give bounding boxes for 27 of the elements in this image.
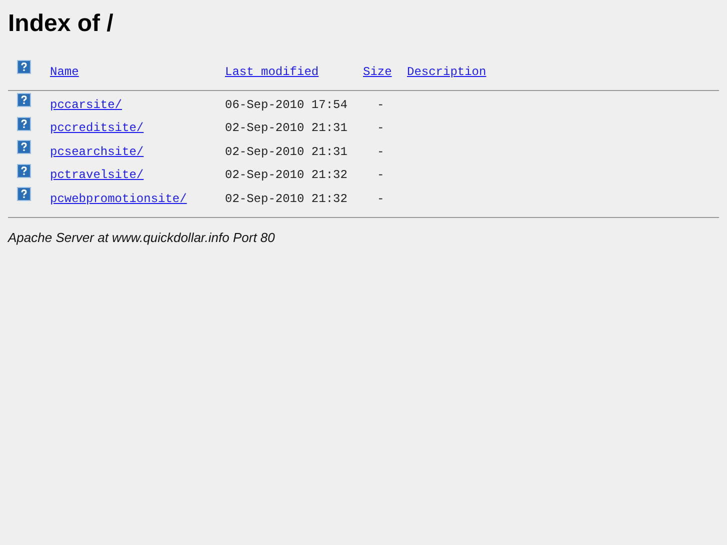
unknown-file-icon bbox=[17, 164, 31, 178]
file-size: - bbox=[376, 192, 384, 206]
unknown-file-icon bbox=[17, 60, 31, 74]
directory-link[interactable]: pcsearchsite/ bbox=[50, 144, 144, 159]
unknown-file-icon bbox=[17, 116, 31, 131]
server-signature: Apache Server at www.quickdollar.info Port 80 bbox=[8, 230, 276, 245]
file-size: - bbox=[376, 121, 384, 136]
directory-link[interactable]: pccarsite/ bbox=[50, 98, 122, 112]
page-title: Index of / bbox=[8, 10, 114, 38]
size-column-header[interactable]: Size bbox=[363, 65, 392, 79]
unknown-file-icon bbox=[17, 187, 31, 202]
last-modified-column-header[interactable]: Last modified bbox=[225, 65, 319, 79]
unknown-file-icon bbox=[17, 140, 31, 154]
file-size: - bbox=[376, 144, 384, 159]
file-size: - bbox=[376, 98, 384, 112]
modified-date: 02-Sep-2010 21:31 bbox=[225, 121, 348, 136]
modified-date: 02-Sep-2010 21:31 bbox=[225, 144, 348, 159]
modified-date: 02-Sep-2010 21:32 bbox=[225, 168, 348, 182]
unknown-file-icon bbox=[17, 93, 31, 107]
name-column-header[interactable]: Name bbox=[50, 65, 79, 79]
modified-date: 06-Sep-2010 17:54 bbox=[225, 98, 348, 112]
directory-link[interactable]: pctravelsite/ bbox=[50, 168, 144, 182]
directory-link[interactable]: pcwebpromotionsite/ bbox=[50, 192, 187, 206]
file-size: - bbox=[376, 168, 384, 182]
directory-link[interactable]: pccreditsite/ bbox=[50, 121, 144, 136]
modified-date: 02-Sep-2010 21:32 bbox=[225, 192, 348, 206]
description-column-header[interactable]: Description bbox=[407, 65, 486, 79]
